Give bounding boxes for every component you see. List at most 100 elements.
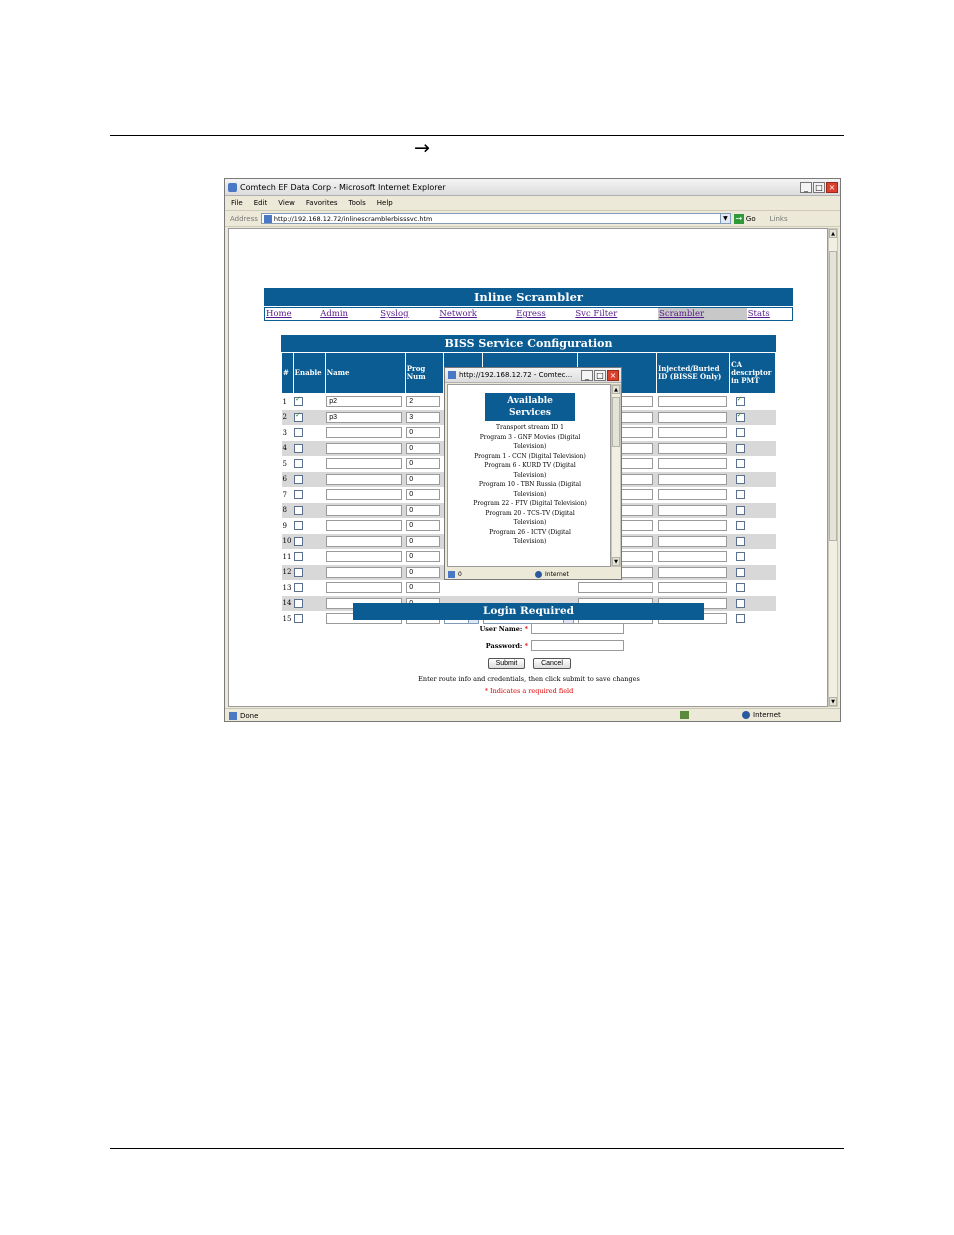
ca-descriptor-checkbox[interactable]: [735, 552, 745, 562]
service-item[interactable]: Program 20 - TCS-TV (Digital Television): [473, 509, 587, 528]
menu-file[interactable]: File: [231, 199, 243, 207]
name-input[interactable]: [326, 520, 403, 532]
injected-id-input[interactable]: [657, 427, 727, 439]
injected-id-input[interactable]: [657, 489, 727, 501]
popup-maximize-icon[interactable]: □: [594, 369, 606, 381]
cancel-button[interactable]: Cancel: [533, 658, 571, 669]
popup-scroll-thumb[interactable]: [612, 397, 620, 447]
service-item[interactable]: Transport stream ID 1: [473, 423, 587, 433]
ca-descriptor-checkbox[interactable]: [735, 521, 745, 531]
enable-checkbox[interactable]: [294, 490, 304, 500]
service-item[interactable]: Program 6 - KURD TV (Digital Television): [473, 461, 587, 480]
username-input[interactable]: [531, 623, 624, 634]
prog-num-input[interactable]: 0: [406, 520, 441, 532]
address-dropdown-icon[interactable]: ▼: [719, 214, 730, 223]
name-input[interactable]: [326, 458, 403, 470]
prog-num-input[interactable]: 0: [406, 566, 441, 578]
name-input[interactable]: [326, 582, 403, 594]
minimize-icon[interactable]: _: [800, 181, 812, 193]
menu-edit[interactable]: Edit: [254, 199, 268, 207]
ca-descriptor-checkbox[interactable]: [735, 459, 745, 469]
ca-descriptor-checkbox[interactable]: [735, 428, 745, 438]
injected-id-input[interactable]: [657, 566, 727, 578]
name-input[interactable]: [326, 504, 403, 516]
popup-close-icon[interactable]: ×: [607, 369, 619, 381]
menu-help[interactable]: Help: [377, 199, 393, 207]
enable-checkbox[interactable]: [294, 536, 304, 546]
prog-num-input[interactable]: 0: [406, 458, 441, 470]
links-button[interactable]: Links: [770, 215, 788, 223]
nav-stats[interactable]: Stats: [747, 308, 792, 320]
nav-network[interactable]: Network: [438, 308, 515, 320]
enable-checkbox[interactable]: [294, 411, 304, 422]
ca-descriptor-checkbox[interactable]: [735, 567, 745, 577]
injected-id-input[interactable]: [657, 520, 727, 532]
nav-svc-filter[interactable]: Svc Filter: [574, 308, 658, 320]
injected-id-input[interactable]: [657, 442, 727, 454]
nav-home[interactable]: Home: [265, 308, 319, 320]
enable-checkbox[interactable]: [294, 552, 304, 562]
submit-button[interactable]: Submit: [488, 658, 525, 669]
page-scrollbar[interactable]: ▲ ▼: [828, 228, 838, 707]
prog-num-input[interactable]: 0: [406, 535, 441, 547]
enable-checkbox[interactable]: [294, 505, 304, 515]
menu-tools[interactable]: Tools: [349, 199, 366, 207]
ca-descriptor-checkbox[interactable]: [735, 443, 745, 453]
enable-checkbox[interactable]: [294, 583, 304, 593]
injected-id-input[interactable]: [657, 504, 727, 516]
password-input[interactable]: [531, 640, 624, 651]
enable-checkbox[interactable]: [294, 428, 304, 438]
window-titlebar[interactable]: Comtech EF Data Corp - Microsoft Interne…: [225, 179, 840, 196]
injected-id-input[interactable]: [657, 473, 727, 485]
enable-checkbox[interactable]: [294, 567, 304, 577]
name-input[interactable]: [326, 442, 403, 454]
go-button[interactable]: → Go: [733, 213, 756, 224]
ca-descriptor-checkbox[interactable]: [735, 490, 745, 500]
name-input[interactable]: p2: [326, 396, 403, 408]
injected-id-input[interactable]: [657, 458, 727, 470]
nav-egress[interactable]: Egress: [515, 308, 574, 320]
enable-checkbox[interactable]: [294, 598, 304, 608]
enable-checkbox[interactable]: [294, 474, 304, 484]
injected-id-input[interactable]: [657, 396, 727, 408]
scroll-down-icon[interactable]: ▼: [829, 697, 837, 706]
enable-checkbox[interactable]: [294, 395, 304, 407]
nav-scrambler[interactable]: Scrambler: [658, 308, 747, 320]
name-input[interactable]: [326, 566, 403, 578]
prog-num-input[interactable]: 2: [406, 396, 441, 408]
name-input[interactable]: [326, 427, 403, 439]
prog-num-input[interactable]: 0: [406, 504, 441, 516]
popup-titlebar[interactable]: http://192.168.12.72 - Comtec... _ □ ×: [445, 368, 621, 383]
prog-num-input[interactable]: 0: [406, 582, 441, 594]
menu-view[interactable]: View: [278, 199, 295, 207]
enable-checkbox[interactable]: [294, 459, 304, 469]
popup-scrollbar[interactable]: ▲ ▼: [611, 384, 621, 567]
ca-descriptor-checkbox[interactable]: [735, 505, 745, 515]
popup-scroll-up-icon[interactable]: ▲: [612, 385, 620, 394]
prog-num-input[interactable]: 0: [406, 442, 441, 454]
ca-descriptor-checkbox[interactable]: [735, 598, 745, 608]
service-item[interactable]: Program 26 - ICTV (Digital Television): [473, 528, 587, 547]
ca-descriptor-checkbox[interactable]: [735, 395, 745, 407]
scroll-thumb[interactable]: [829, 251, 837, 541]
enable-checkbox[interactable]: [294, 614, 304, 624]
name-input[interactable]: [326, 551, 403, 563]
ca-descriptor-checkbox[interactable]: [735, 583, 745, 593]
popup-minimize-icon[interactable]: _: [581, 369, 593, 381]
scroll-up-icon[interactable]: ▲: [829, 229, 837, 238]
service-item[interactable]: Program 10 - TBN Russia (Digital Televis…: [473, 480, 587, 499]
injected-id-input[interactable]: [657, 551, 727, 563]
prog-num-input[interactable]: 3: [406, 411, 441, 423]
service-item[interactable]: Program 22 - FTV (Digital Television): [473, 499, 587, 509]
nav-admin[interactable]: Admin: [319, 308, 379, 320]
close-icon[interactable]: ×: [826, 181, 838, 193]
name-input[interactable]: [326, 535, 403, 547]
ca-descriptor-checkbox[interactable]: [735, 536, 745, 546]
ca-descriptor-checkbox[interactable]: [735, 474, 745, 484]
name-input[interactable]: [326, 473, 403, 485]
menu-favorites[interactable]: Favorites: [306, 199, 338, 207]
address-input[interactable]: http://192.168.12.72/inlinescramblerbiss…: [260, 213, 731, 224]
prog-num-input[interactable]: 0: [406, 551, 441, 563]
injected-id-input[interactable]: [657, 582, 727, 594]
nav-syslog[interactable]: Syslog: [379, 308, 438, 320]
